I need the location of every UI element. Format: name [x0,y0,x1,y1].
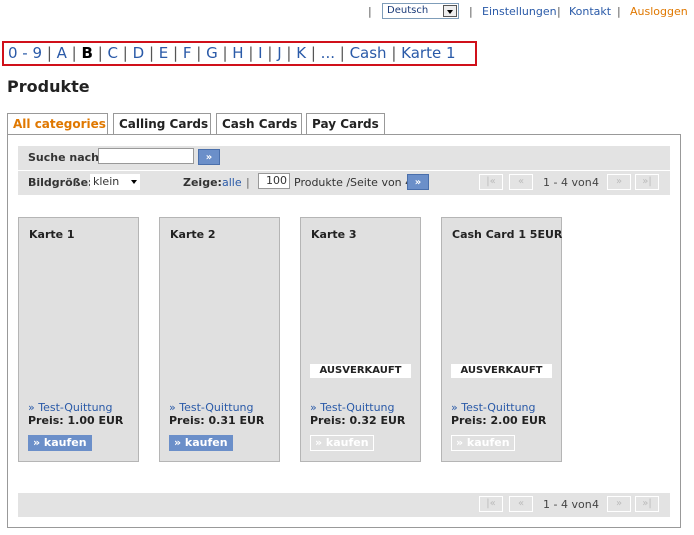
pager-last-button[interactable]: »| [635,496,659,512]
alphabet-separator: | [191,44,207,62]
options-separator: | [246,176,250,189]
bottom-pager-bar: |« « 1 - 4 von 4 » »| [18,493,670,517]
test-receipt-link[interactable]: » Test-Quittung [451,401,536,414]
alphabet-separator: | [334,44,350,62]
nav-separator: | [617,5,621,18]
tab-all-categories[interactable]: All categories [7,113,108,136]
alphabet-separator: | [306,44,321,62]
product-name: Cash Card 1 5EUR [452,228,563,241]
search-label: Suche nach: [28,151,104,164]
alphabet-item-13[interactable]: Cash [350,44,387,62]
buy-button[interactable]: » kaufen [169,435,233,451]
search-input[interactable] [98,148,194,164]
alphabet-separator: | [144,44,159,62]
product-price: Preis: 2.00 EUR [451,414,547,427]
alphabet-separator: | [118,44,133,62]
alphabet-separator: | [42,44,57,62]
top-navigation: | Deutsch | Einstellungen | Kontakt | Au… [0,3,694,21]
product-name: Karte 1 [29,228,75,241]
pager-prev-button[interactable]: « [509,496,533,512]
language-select[interactable]: Deutsch [382,3,459,19]
alphabet-item-3[interactable]: C [108,44,118,62]
test-receipt-link[interactable]: » Test-Quittung [28,401,113,414]
buy-button: » kaufen [451,435,515,451]
alphabet-item-8[interactable]: H [232,44,243,62]
pager-total: 4 [592,176,599,189]
tab-pay-cards[interactable]: Pay Cards [306,113,385,135]
alphabet-separator: | [217,44,233,62]
alphabet-item-11[interactable]: K [296,44,306,62]
settings-link[interactable]: Einstellungen [482,5,557,18]
test-receipt-link[interactable]: » Test-Quittung [169,401,254,414]
contact-link[interactable]: Kontakt [569,5,611,18]
page-title: Produkte [7,77,90,96]
pager-last-button[interactable]: »| [635,174,659,190]
show-all-link[interactable]: alle [222,176,242,189]
alphabet-separator: | [281,44,297,62]
pager-next-button[interactable]: » [607,174,631,190]
product-card: Karte 2 » Test-Quittung Preis: 0.31 EUR … [159,217,280,462]
alphabet-item-4[interactable]: D [133,44,145,62]
pager-first-button[interactable]: |« [479,174,503,190]
product-card: Karte 3 AUSVERKAUFT » Test-Quittung Prei… [300,217,421,462]
test-receipt-link[interactable]: » Test-Quittung [310,401,395,414]
pager-range: 1 - 4 von [543,498,592,511]
product-price: Preis: 0.32 EUR [310,414,406,427]
product-price: Preis: 0.31 EUR [169,414,265,427]
product-card: Cash Card 1 5EUR AUSVERKAUFT » Test-Quit… [441,217,562,462]
pager-first-button[interactable]: |« [479,496,503,512]
pager-prev-button[interactable]: « [509,174,533,190]
apply-per-page-button[interactable]: » [407,174,429,190]
alphabet-item-5[interactable]: E [159,44,168,62]
language-value: Deutsch [387,5,429,16]
product-name: Karte 2 [170,228,216,241]
pager-range: 1 - 4 von [543,176,592,189]
alphabet-separator: | [243,44,259,62]
image-size-value: klein [93,175,120,188]
alphabet-item-0[interactable]: 0 - 9 [8,44,42,62]
search-button[interactable]: » [198,149,220,165]
sold-out-badge: AUSVERKAUFT [310,364,411,378]
alphabet-separator: | [168,44,183,62]
per-page-text: Produkte /Seite von 4 [294,176,413,189]
nav-separator: | [368,5,372,18]
logout-link[interactable]: Ausloggen [630,5,688,18]
alphabet-separator: | [92,44,108,62]
nav-separator: | [557,5,561,18]
alphabet-separator: | [262,44,278,62]
product-price: Preis: 1.00 EUR [28,414,124,427]
product-card: Karte 1 » Test-Quittung Preis: 1.00 EUR … [18,217,139,462]
pager-total: 4 [592,498,599,511]
alphabet-item-14[interactable]: Karte 1 [401,44,455,62]
pager-next-button[interactable]: » [607,496,631,512]
show-label: Zeige: [183,176,222,189]
products-panel: Suche nach: » Bildgröße: klein Zeige: al… [7,134,681,528]
alphabet-separator: | [66,44,82,62]
chevron-down-icon[interactable] [131,180,137,184]
image-size-select[interactable]: klein [90,174,140,190]
alphabet-separator: | [386,44,402,62]
tab-cash-cards[interactable]: Cash Cards [216,113,302,135]
alphabet-item-2: B [81,44,93,62]
nav-separator: | [469,5,473,18]
alphabet-filter: 0 - 9 | A | B | C | D | E | F | G | H | … [2,41,477,66]
product-name: Karte 3 [311,228,357,241]
alphabet-item-1[interactable]: A [57,44,67,62]
chevron-down-icon[interactable] [443,5,457,17]
options-bar: Bildgröße: klein Zeige: alle | 100 Produ… [18,171,670,195]
buy-button[interactable]: » kaufen [28,435,92,451]
tab-calling-cards[interactable]: Calling Cards [113,113,211,135]
search-bar: Suche nach: » [18,146,670,170]
per-page-input[interactable]: 100 [258,173,290,189]
sold-out-badge: AUSVERKAUFT [451,364,552,378]
alphabet-item-7[interactable]: G [206,44,218,62]
buy-button: » kaufen [310,435,374,451]
image-size-label: Bildgröße: [28,176,93,189]
alphabet-item-12: ... [320,44,335,62]
